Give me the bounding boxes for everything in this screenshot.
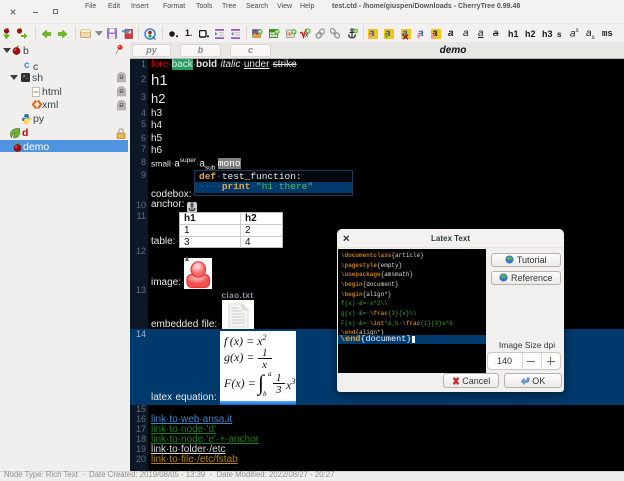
svg-text:<>: <> [33,90,39,95]
